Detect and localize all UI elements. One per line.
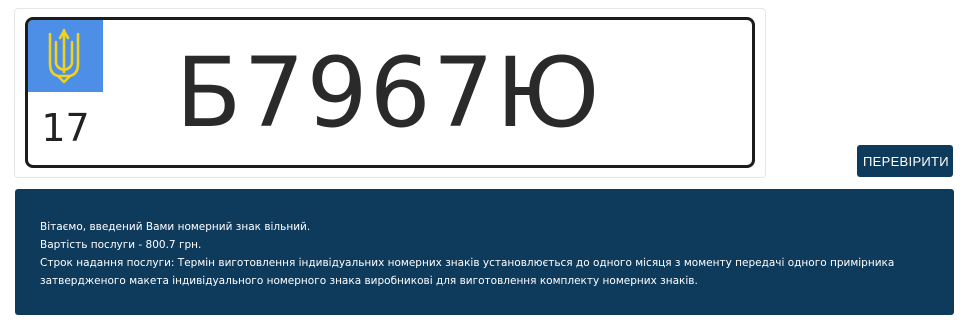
license-plate: 17 Б7967Ю (25, 17, 755, 168)
result-message: Вітаємо, введений Вами номерний знак віл… (40, 221, 311, 233)
region-code: 17 (41, 106, 90, 150)
ukraine-flag-panel (28, 20, 103, 92)
service-term: Строк надання послуги: Термін виготовлен… (40, 257, 895, 287)
service-cost: Вартість послуги - 800.7 грн. (40, 239, 202, 251)
page: 17 Б7967Ю ПЕРЕВІРИТИ Вітаємо, введений В… (0, 0, 960, 329)
plate-preview-card: 17 Б7967Ю (14, 8, 766, 178)
availability-result-panel: Вітаємо, введений Вами номерний знак віл… (15, 189, 954, 315)
ukraine-trident-icon (48, 28, 80, 84)
check-button[interactable]: ПЕРЕВІРИТИ (857, 145, 953, 177)
plate-number: Б7967Ю (175, 36, 602, 149)
